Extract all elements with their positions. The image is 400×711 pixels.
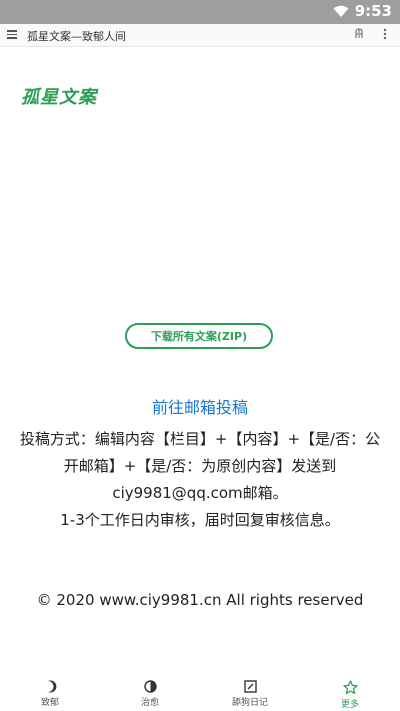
nav-item-more[interactable]: 更多 xyxy=(300,671,400,711)
star-icon xyxy=(342,680,358,695)
nav-item-zhiyu-heal[interactable]: 治愈 xyxy=(100,671,200,711)
logo: 孤星文案 xyxy=(21,87,97,108)
more-vert-icon[interactable] xyxy=(383,28,387,40)
instructions-line-1: 投稿方式：编辑内容【栏目】+【内容】+【是/否：公开邮箱】+【是/否：为原创内容… xyxy=(19,430,381,502)
wifi-icon xyxy=(333,5,349,17)
status-time: 9:53 xyxy=(354,2,392,20)
app-bar: 孤星文案—致郁人间 xyxy=(0,24,400,47)
bottom-nav: 致郁 治愈 舔狗日记 更多 xyxy=(0,671,400,711)
edit-icon xyxy=(243,680,257,693)
nav-item-diary[interactable]: 舔狗日记 xyxy=(200,671,300,711)
instructions-line-2: 1-3个工作日内审核，届时回复审核信息。 xyxy=(60,511,340,529)
nav-label: 舔狗日记 xyxy=(231,698,268,708)
contrast-icon xyxy=(143,680,157,693)
nav-label: 更多 xyxy=(340,700,359,710)
download-zip-button[interactable]: 下载所有文案(ZIP) xyxy=(125,323,273,349)
nav-label: 治愈 xyxy=(140,698,159,708)
moon-icon xyxy=(47,680,56,693)
submission-instructions: 投稿方式：编辑内容【栏目】+【内容】+【是/否：公开邮箱】+【是/否：为原创内容… xyxy=(15,426,385,534)
brain-icon[interactable] xyxy=(353,28,365,40)
nav-label: 致郁 xyxy=(40,698,59,708)
app-title: 孤星文案—致郁人间 xyxy=(27,30,126,43)
nav-item-zhiyu[interactable]: 致郁 xyxy=(0,671,100,711)
submit-by-email-link[interactable]: 前往邮箱投稿 xyxy=(0,394,400,418)
copyright: © 2020 www.ciy9981.cn All rights reserve… xyxy=(36,591,364,609)
status-bar: 9:53 xyxy=(0,0,400,24)
menu-icon[interactable] xyxy=(7,30,17,39)
